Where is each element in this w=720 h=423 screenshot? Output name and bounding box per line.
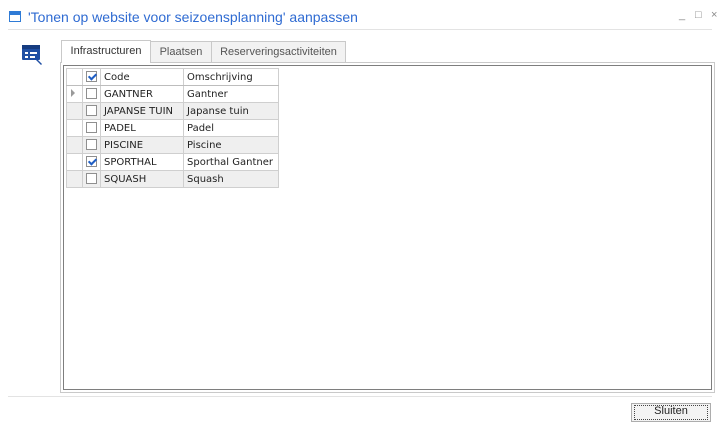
row-checkbox[interactable] — [86, 139, 97, 151]
code-cell[interactable]: PADEL — [100, 119, 184, 137]
current-row-arrow-icon — [71, 88, 75, 97]
code-cell[interactable]: SQUASH — [100, 170, 184, 188]
code-cell[interactable]: GANTNER — [100, 85, 184, 103]
tab-infrastructuren[interactable]: Infrastructuren — [61, 40, 151, 63]
omschrijving-cell[interactable]: Japanse tuin — [183, 102, 279, 120]
row-checkbox-cell[interactable] — [82, 136, 101, 154]
title-divider — [8, 29, 712, 30]
row-checkbox[interactable] — [86, 156, 97, 168]
tab-content-panel: Code Omschrijving GANTNER Gantner JAPANS… — [60, 62, 715, 393]
tab-plaatsen[interactable]: Plaatsen — [150, 41, 212, 62]
row-checkbox-cell[interactable] — [82, 102, 101, 120]
row-indicator — [66, 85, 83, 103]
window-title: 'Tonen op website voor seizoensplanning'… — [28, 9, 358, 25]
minimize-button[interactable]: _ — [679, 9, 685, 21]
table-row[interactable]: PISCINE Piscine — [66, 136, 279, 154]
row-checkbox[interactable] — [86, 122, 97, 134]
infrastructure-grid[interactable]: Code Omschrijving GANTNER Gantner JAPANS… — [63, 65, 712, 390]
column-header-code[interactable]: Code — [100, 68, 184, 86]
close-window-button[interactable]: × — [711, 9, 717, 21]
select-all-checkbox[interactable] — [86, 71, 97, 83]
tab-label: Reserveringsactiviteiten — [220, 46, 337, 58]
omschrijving-cell[interactable]: Squash — [183, 170, 279, 188]
omschrijving-cell[interactable]: Piscine — [183, 136, 279, 154]
row-indicator — [66, 102, 83, 120]
table-row[interactable]: JAPANSE TUIN Japanse tuin — [66, 102, 279, 120]
row-checkbox-cell[interactable] — [82, 170, 101, 188]
column-header-omschrijving[interactable]: Omschrijving — [183, 68, 279, 86]
close-button[interactable]: Sluiten — [631, 403, 711, 422]
omschrijving-cell[interactable]: Padel — [183, 119, 279, 137]
table-row[interactable]: SQUASH Squash — [66, 170, 279, 188]
grid-header-row: Code Omschrijving — [66, 68, 279, 86]
tab-label: Infrastructuren — [70, 45, 142, 57]
window-icon — [9, 11, 21, 22]
omschrijving-cell[interactable]: Gantner — [183, 85, 279, 103]
row-checkbox[interactable] — [86, 105, 97, 117]
row-checkbox-cell[interactable] — [82, 85, 101, 103]
table-row[interactable]: SPORTHAL Sporthal Gantner — [66, 153, 279, 171]
code-cell[interactable]: SPORTHAL — [100, 153, 184, 171]
code-cell[interactable]: JAPANSE TUIN — [100, 102, 184, 120]
row-checkbox[interactable] — [86, 88, 97, 100]
grid-table: Code Omschrijving GANTNER Gantner JAPANS… — [66, 68, 279, 188]
tab-reserveringsactiviteiten[interactable]: Reserveringsactiviteiten — [211, 41, 346, 62]
row-indicator — [66, 136, 83, 154]
select-all-cell[interactable] — [82, 68, 101, 86]
row-checkbox[interactable] — [86, 173, 97, 185]
row-indicator — [66, 170, 83, 188]
title-bar: 'Tonen op website voor seizoensplanning'… — [0, 0, 720, 30]
omschrijving-cell[interactable]: Sporthal Gantner — [183, 153, 279, 171]
row-indicator — [66, 153, 83, 171]
row-checkbox-cell[interactable] — [82, 153, 101, 171]
row-checkbox-cell[interactable] — [82, 119, 101, 137]
form-settings-icon — [21, 43, 45, 67]
focus-rectangle — [634, 405, 708, 420]
row-indicator — [66, 119, 83, 137]
tab-label: Plaatsen — [159, 46, 203, 58]
code-cell[interactable]: PISCINE — [100, 136, 184, 154]
maximize-button[interactable]: □ — [695, 9, 702, 21]
row-indicator-header — [66, 68, 83, 86]
footer-divider — [8, 396, 712, 397]
table-row[interactable]: PADEL Padel — [66, 119, 279, 137]
table-row[interactable]: GANTNER Gantner — [66, 85, 279, 103]
